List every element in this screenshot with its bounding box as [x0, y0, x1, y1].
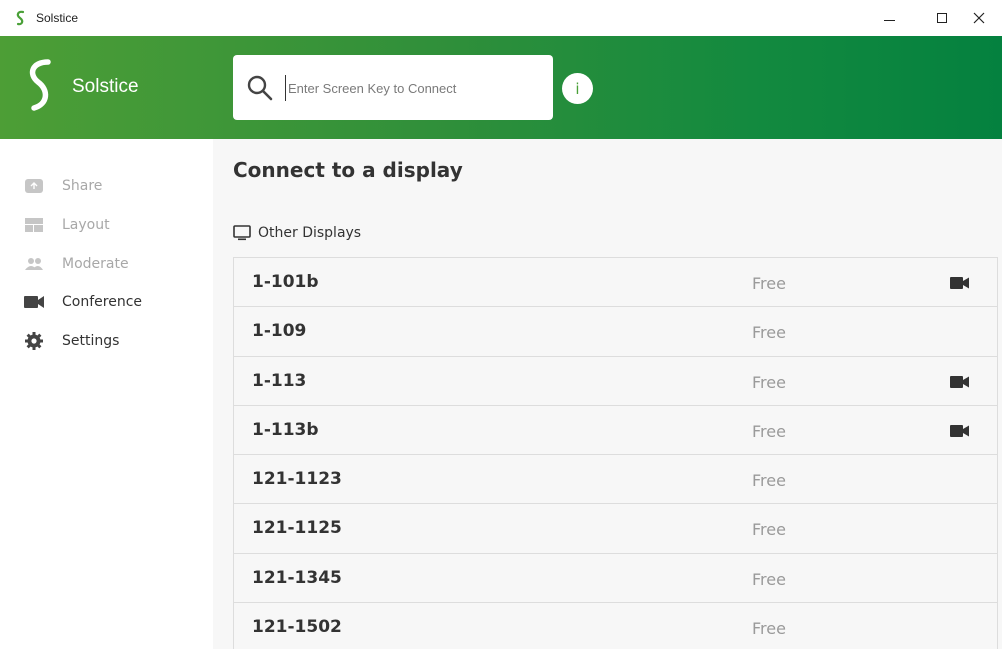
section-header-other-displays: Other Displays — [233, 225, 361, 241]
display-row[interactable]: 1-101b Free — [234, 258, 997, 308]
display-name: 1-109 — [252, 321, 307, 342]
display-status: Free — [752, 619, 786, 639]
sidebar-item-label: Layout — [62, 217, 110, 233]
display-status: Free — [752, 323, 786, 343]
close-icon — [973, 12, 985, 24]
display-status: Free — [752, 520, 786, 540]
display-name: 1-113 — [252, 370, 307, 391]
sidebar-item-share[interactable]: Share — [24, 174, 102, 198]
solstice-logo-icon — [29, 59, 51, 111]
display-name: 121-1123 — [252, 469, 342, 490]
sidebar-nav: Share Layout Moderate Conference Setting… — [0, 139, 213, 649]
page-title: Connect to a display — [233, 158, 463, 182]
video-camera-icon — [950, 277, 969, 289]
video-camera-icon — [950, 424, 969, 437]
layout-icon — [24, 217, 44, 233]
display-row[interactable]: 121-1345 Free — [234, 554, 997, 604]
sidebar-item-moderate[interactable]: Moderate — [24, 252, 129, 276]
display-status: Free — [752, 471, 786, 491]
monitor-icon — [233, 225, 251, 241]
sidebar-item-label: Share — [62, 178, 103, 194]
display-name: 1-101b — [252, 272, 319, 292]
title-bar: Solstice — [0, 0, 1002, 36]
info-button[interactable]: i — [562, 73, 593, 104]
display-row[interactable]: 1-109 Free — [234, 307, 997, 357]
main-content: Connect to a display Other Displays 1-10… — [213, 139, 1002, 649]
minimize-button[interactable] — [866, 0, 912, 36]
video-camera-icon — [24, 294, 44, 310]
display-name: 1-113b — [252, 419, 319, 440]
display-status: Free — [752, 569, 786, 589]
sidebar-item-label: Conference — [62, 294, 143, 310]
moderate-icon — [24, 256, 44, 272]
screen-key-input[interactable] — [285, 75, 540, 101]
sidebar-item-label: Moderate — [62, 256, 129, 272]
display-status: Free — [752, 372, 786, 392]
display-name: 121-1125 — [252, 518, 342, 539]
brand-name: Solstice — [72, 76, 139, 97]
close-button[interactable] — [956, 0, 1002, 36]
display-row[interactable]: 1-113 Free — [234, 357, 997, 406]
sidebar-item-conference[interactable]: Conference — [24, 290, 142, 314]
sidebar-item-settings[interactable]: Settings — [24, 329, 119, 353]
search-icon — [247, 75, 273, 101]
search-box — [233, 55, 553, 120]
gear-icon — [24, 332, 44, 350]
solstice-app-icon — [16, 10, 25, 26]
video-camera-icon — [950, 375, 969, 388]
display-row[interactable]: 121-1502 Free — [234, 603, 997, 649]
display-row[interactable]: 121-1125 Free — [234, 504, 997, 554]
sidebar-item-label: Settings — [62, 333, 120, 349]
info-icon: i — [575, 79, 580, 98]
sidebar-item-layout[interactable]: Layout — [24, 213, 110, 237]
display-row[interactable]: 121-1123 Free — [234, 455, 997, 505]
display-list: 1-101b Free 1-109 Free 1-113 Free 1-113b… — [233, 257, 998, 649]
section-label: Other Displays — [258, 225, 362, 241]
solstice-window: Solstice Solstice i Share — [0, 0, 1002, 649]
display-status: Free — [752, 274, 786, 293]
share-icon — [24, 178, 44, 194]
display-status: Free — [752, 421, 786, 441]
app-header: Solstice i — [0, 36, 1002, 139]
window-title: Solstice — [36, 11, 79, 25]
display-name: 121-1502 — [252, 617, 342, 638]
minimize-icon — [883, 19, 895, 21]
maximize-icon — [937, 13, 947, 23]
display-row[interactable]: 1-113b Free — [234, 406, 997, 456]
display-name: 121-1345 — [252, 567, 342, 588]
